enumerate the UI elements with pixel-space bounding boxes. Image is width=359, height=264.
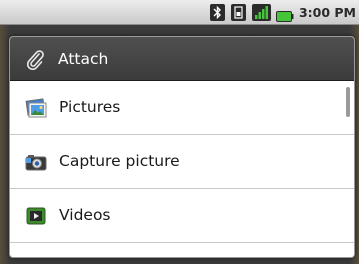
list-item-label: Capture picture [59, 152, 180, 170]
list-scrollbar[interactable] [346, 87, 350, 117]
dialog-title-bar: Attach [10, 37, 354, 81]
sim-icon [231, 4, 246, 21]
list-item-capture-picture[interactable]: Capture picture [10, 135, 354, 188]
status-time: 3:00 PM [298, 5, 356, 20]
paperclip-icon [24, 48, 46, 71]
signal-icon [252, 4, 271, 21]
status-bar: 3:00 PM [0, 0, 359, 25]
attach-options-list: Pictures Capture picture Videos [10, 81, 354, 257]
list-item-label: Videos [59, 206, 111, 224]
list-item-label: Pictures [59, 98, 121, 116]
camera-icon [25, 151, 47, 173]
videos-icon [25, 205, 47, 227]
battery-icon [276, 7, 294, 22]
list-divider [10, 242, 354, 243]
pictures-icon [25, 97, 47, 119]
attach-dialog: Attach Pictures Capture picture Videos [9, 36, 355, 258]
list-item-videos[interactable]: Videos [10, 189, 354, 242]
bluetooth-icon [210, 4, 225, 21]
list-item-pictures[interactable]: Pictures [10, 81, 354, 134]
dialog-title: Attach [58, 50, 109, 68]
